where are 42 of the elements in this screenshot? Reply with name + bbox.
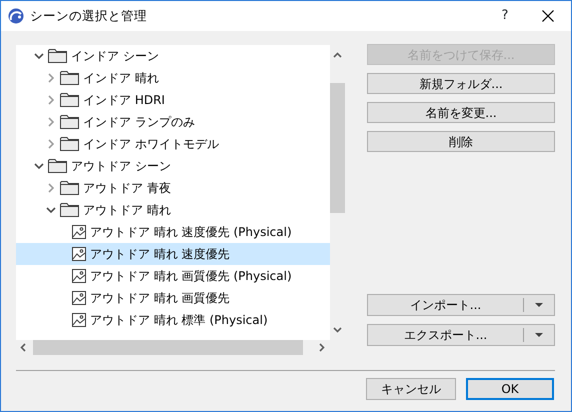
action-button[interactable]: 名前を変更... bbox=[367, 102, 555, 123]
tree-item[interactable]: アウトドア 晴れ 標準 (Physical) bbox=[16, 309, 330, 331]
tree-item[interactable]: インドア ランプのみ bbox=[16, 111, 330, 133]
tree-item[interactable]: アウトドア 晴れ 速度優先 bbox=[16, 243, 330, 265]
scroll-down-icon[interactable] bbox=[333, 327, 342, 333]
folder-icon bbox=[60, 92, 79, 108]
tree-item[interactable]: アウトドア 晴れ 画質優先 (Physical) bbox=[16, 265, 330, 287]
tree-item[interactable]: アウトドア 晴れ 画質優先 bbox=[16, 287, 330, 309]
image-icon bbox=[72, 313, 86, 327]
tree-item[interactable]: インドア ホワイトモデル bbox=[16, 133, 330, 155]
help-button[interactable]: ? bbox=[485, 6, 525, 26]
caret-icon bbox=[535, 333, 543, 337]
action-button[interactable]: 削除 bbox=[367, 131, 555, 152]
tree-item[interactable]: アウトドア 晴れ 速度優先 (Physical) bbox=[16, 221, 330, 243]
action-button[interactable]: 新規フォルダ... bbox=[367, 73, 555, 94]
tree-item[interactable]: アウトドア シーン bbox=[16, 155, 330, 177]
folder-icon bbox=[48, 158, 67, 174]
image-icon bbox=[72, 269, 86, 283]
tree-item[interactable]: アウトドア 晴れ bbox=[16, 199, 330, 221]
image-icon bbox=[72, 247, 86, 261]
folder-icon bbox=[60, 114, 79, 130]
scroll-right-icon[interactable] bbox=[319, 343, 325, 352]
folder-icon bbox=[60, 136, 79, 152]
tree-item[interactable]: インドア 晴れ bbox=[16, 67, 330, 89]
scrollbar-thumb[interactable] bbox=[330, 83, 345, 213]
folder-icon bbox=[60, 202, 79, 218]
caret-icon bbox=[535, 303, 543, 307]
folder-icon bbox=[48, 48, 67, 64]
dialog-button[interactable]: OK bbox=[466, 378, 554, 400]
folder-icon bbox=[60, 180, 79, 196]
image-icon bbox=[72, 291, 86, 305]
tree-item[interactable]: インドア シーン bbox=[16, 45, 330, 67]
folder-icon bbox=[60, 70, 79, 86]
close-icon[interactable] bbox=[542, 10, 554, 22]
tree-item[interactable]: インドア HDRI bbox=[16, 89, 330, 111]
app-logo-icon bbox=[8, 8, 24, 24]
tree-item[interactable]: アウトドア 青夜 bbox=[16, 177, 330, 199]
scroll-left-icon[interactable] bbox=[20, 343, 26, 352]
window-title: シーンの選択と管理 bbox=[30, 6, 148, 25]
scroll-up-icon[interactable] bbox=[333, 52, 342, 58]
image-icon bbox=[72, 225, 86, 239]
dialog-button[interactable]: キャンセル bbox=[366, 378, 456, 400]
